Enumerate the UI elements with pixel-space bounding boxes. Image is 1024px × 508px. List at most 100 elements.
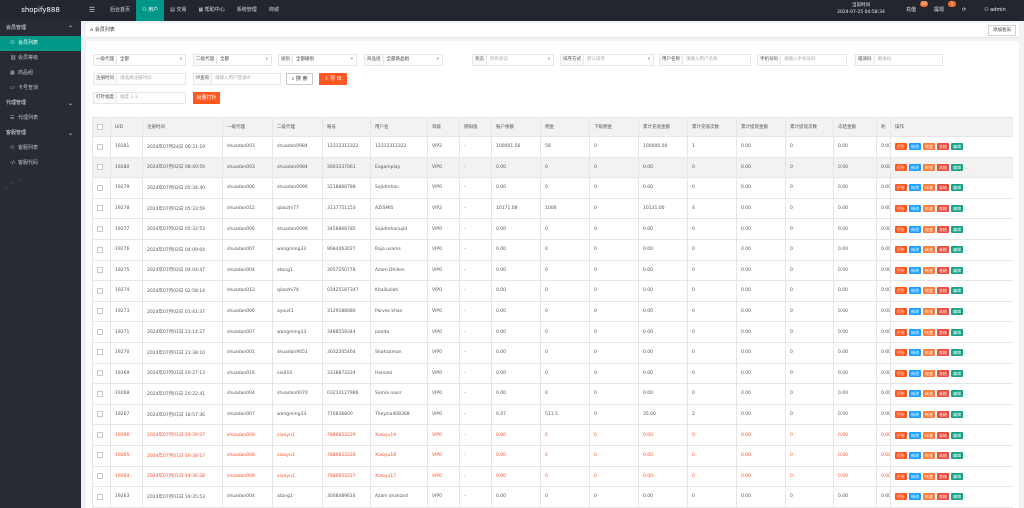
- row-action-button[interactable]: 编辑: [951, 452, 963, 460]
- table-row[interactable]: 19266 2024年07月01日 19:39:07 shuadan008 xiaoy…: [92, 424, 1013, 446]
- more-icon[interactable]: …: [965, 268, 969, 273]
- phone-input[interactable]: 请输入手机号码: [781, 54, 847, 66]
- table-row[interactable]: 19274 2024年07月02日 02:58:14 shuadan012 qiaoz…: [92, 280, 1013, 302]
- row-action-button[interactable]: 冻结: [937, 163, 949, 171]
- table-row[interactable]: 19264 2024年07月01日 19:36:38 shuadan008 xiaoy…: [92, 465, 1013, 488]
- row-checkbox[interactable]: [97, 328, 103, 335]
- row-action-button[interactable]: 冻结: [937, 225, 949, 233]
- row-action-button[interactable]: 修改: [909, 163, 921, 171]
- row-checkbox[interactable]: [97, 452, 103, 459]
- table-row[interactable]: 19275 2024年07月02日 04:04:47 shuadan004 atong…: [92, 259, 1013, 282]
- row-action-button[interactable]: 打针: [895, 308, 907, 316]
- row-action-button[interactable]: 编辑: [951, 184, 963, 192]
- row-action-button[interactable]: 打针: [895, 225, 907, 233]
- row-action-button[interactable]: 修改: [909, 472, 921, 480]
- row-action-button[interactable]: 编辑: [951, 472, 963, 480]
- row-action-button[interactable]: 帐变: [923, 308, 935, 316]
- row-action-button[interactable]: 打针: [895, 205, 907, 213]
- row-action-button[interactable]: 编辑: [951, 163, 963, 171]
- row-action-button[interactable]: 修改: [909, 493, 921, 501]
- row-action-button[interactable]: 修改: [909, 143, 921, 151]
- more-icon[interactable]: …: [965, 391, 969, 396]
- row-action-button[interactable]: 修改: [909, 205, 921, 213]
- row-action-button[interactable]: 冻结: [937, 308, 949, 316]
- row-checkbox[interactable]: [97, 308, 103, 315]
- table-row[interactable]: 19263 2024年07月01日 19:35:53 shuadan004 atong…: [92, 486, 1013, 508]
- sidebar-item-card-query[interactable]: ▭ 卡号查询: [0, 81, 81, 96]
- row-action-button[interactable]: 编辑: [951, 431, 963, 439]
- topnav-system[interactable]: 系统管理: [231, 0, 263, 21]
- row-action-button[interactable]: 修改: [909, 328, 921, 336]
- more-icon[interactable]: …: [965, 330, 969, 335]
- row-checkbox[interactable]: [97, 143, 103, 150]
- row-action-button[interactable]: 冻结: [937, 287, 949, 295]
- sidebar-item-service-code[interactable]: ‹/› 客服代码: [0, 156, 81, 171]
- agent2-select[interactable]: 全部 ▾: [217, 54, 272, 66]
- row-action-button[interactable]: 编辑: [951, 308, 963, 316]
- more-icon[interactable]: …: [965, 474, 969, 479]
- topnav-help[interactable]: ▦ 帮助中心: [192, 0, 230, 21]
- row-checkbox[interactable]: [97, 164, 103, 171]
- withdraw-link[interactable]: 提现: [934, 0, 944, 21]
- more-icon[interactable]: …: [965, 453, 969, 458]
- row-action-button[interactable]: 帐变: [923, 225, 935, 233]
- more-icon[interactable]: …: [965, 309, 969, 314]
- row-checkbox[interactable]: [97, 205, 103, 212]
- row-action-button[interactable]: 打针: [895, 369, 907, 377]
- row-action-button[interactable]: 编辑: [951, 493, 963, 501]
- topnav-mall[interactable]: 商城: [263, 0, 285, 21]
- row-action-button[interactable]: 冻结: [937, 349, 949, 357]
- table-row[interactable]: 19270 2024年07月01日 21:38:10 shuadan001 shuad…: [92, 341, 1013, 364]
- row-action-button[interactable]: 修改: [909, 431, 921, 439]
- table-row[interactable]: 19278 2024年07月02日 05:33:59 shuadan012 qiaoz…: [92, 197, 1013, 220]
- row-checkbox[interactable]: [97, 287, 103, 294]
- sort-select[interactable]: 默认排序 ▾: [584, 54, 654, 66]
- row-action-button[interactable]: 帐变: [923, 390, 935, 398]
- row-checkbox[interactable]: [97, 411, 103, 418]
- row-action-button[interactable]: 编辑: [951, 205, 963, 213]
- level-select[interactable]: 全部级别 ▾: [293, 54, 357, 66]
- row-action-button[interactable]: 冻结: [937, 328, 949, 336]
- topnav-home[interactable]: 后台首页: [104, 0, 136, 21]
- table-row[interactable]: 19281 2024年07月24日 06:31:19 shuadan003 shuad…: [92, 136, 1013, 158]
- row-action-button[interactable]: 冻结: [937, 266, 949, 274]
- row-action-button[interactable]: 帐变: [923, 266, 935, 274]
- row-action-button[interactable]: 打针: [895, 328, 907, 336]
- row-action-button[interactable]: 修改: [909, 246, 921, 254]
- row-action-button[interactable]: 帐变: [923, 143, 935, 151]
- row-checkbox[interactable]: [97, 473, 103, 480]
- row-action-button[interactable]: 冻结: [937, 493, 949, 501]
- sidebar-item-product-group[interactable]: ▦ 商品组: [0, 66, 81, 81]
- more-icon[interactable]: …: [965, 412, 969, 417]
- row-action-button[interactable]: 打针: [895, 266, 907, 274]
- more-icon[interactable]: …: [965, 206, 969, 211]
- row-action-button[interactable]: 修改: [909, 390, 921, 398]
- row-checkbox[interactable]: [97, 390, 103, 397]
- row-checkbox[interactable]: [97, 349, 103, 356]
- row-action-button[interactable]: 打针: [895, 431, 907, 439]
- row-action-button[interactable]: 打针: [895, 472, 907, 480]
- row-checkbox[interactable]: [97, 431, 103, 438]
- row-action-button[interactable]: 编辑: [951, 143, 963, 151]
- batch-inject-button[interactable]: 批量打针: [193, 92, 220, 104]
- row-action-button[interactable]: 帐变: [923, 163, 935, 171]
- row-action-button[interactable]: 帐变: [923, 184, 935, 192]
- regtime-input[interactable]: 请选择注册时间: [117, 73, 186, 85]
- more-icon[interactable]: …: [965, 288, 969, 293]
- more-icon[interactable]: …: [965, 433, 969, 438]
- row-action-button[interactable]: 打针: [895, 452, 907, 460]
- table-row[interactable]: 19267 2024年07月01日 18:57:36 shuadan007 wangm…: [92, 403, 1013, 426]
- invite-input[interactable]: 邀请码: [874, 54, 943, 66]
- sidebar-group-agents[interactable]: 代理管理 ⌄: [0, 96, 81, 111]
- row-action-button[interactable]: 修改: [909, 225, 921, 233]
- row-action-button[interactable]: 冻结: [937, 205, 949, 213]
- row-action-button[interactable]: 编辑: [951, 328, 963, 336]
- recharge-link[interactable]: 充值: [906, 0, 916, 21]
- status-select[interactable]: 所有状态 ▾: [487, 54, 554, 66]
- topnav-trade[interactable]: ▤ 交易: [164, 0, 192, 21]
- row-action-button[interactable]: 修改: [909, 184, 921, 192]
- row-action-button[interactable]: 修改: [909, 452, 921, 460]
- interval-input[interactable]: 幅度 1-3: [117, 92, 186, 104]
- row-action-button[interactable]: 打针: [895, 143, 907, 151]
- row-action-button[interactable]: 帐变: [923, 246, 935, 254]
